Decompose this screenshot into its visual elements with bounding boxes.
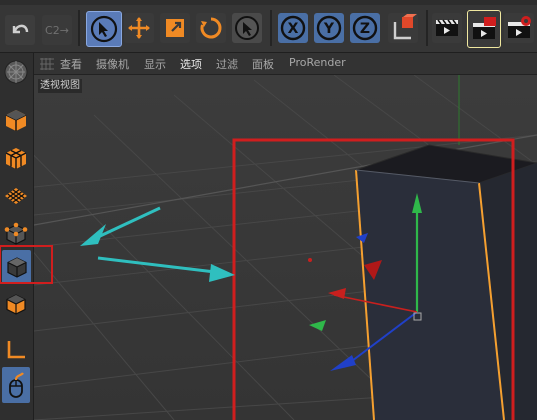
grip-handle-icon[interactable] [40, 58, 54, 70]
coordinate-system-icon [393, 14, 417, 40]
move-gizmo[interactable] [34, 75, 537, 420]
polygons-mode-icon [6, 257, 27, 278]
axis-mode-icon [7, 341, 25, 359]
make-editable-button[interactable] [2, 105, 30, 135]
z-axis-handle [330, 355, 356, 371]
viewport-title: 透视视图 [38, 79, 82, 93]
y-axis-lock-icon: Y [316, 15, 342, 41]
c4d-window: C2→ X Y Z 查看 摄像机 显示 选项 过滤 面板 ProRender 透… [0, 0, 537, 420]
live-select-icon [235, 16, 259, 40]
model-mode-button[interactable] [2, 57, 30, 87]
menu-display[interactable]: 显示 [144, 56, 166, 72]
z-axis-lock-button[interactable]: Z [350, 13, 380, 43]
workplane-icon [5, 188, 27, 204]
points-mode-button[interactable] [2, 219, 30, 249]
menu-cameras[interactable]: 摄像机 [96, 56, 129, 72]
z-axis-lock-icon: Z [352, 15, 378, 41]
main-toolbar: C2→ X Y Z [0, 0, 537, 53]
svg-text:Z: Z [360, 21, 370, 37]
yz-plane-handle [309, 320, 326, 331]
rotate-icon [200, 17, 222, 39]
redo-icon: C2→ [45, 23, 69, 37]
viewport-menu-bar: 查看 摄像机 显示 选项 过滤 面板 ProRender [34, 53, 537, 75]
axis-mode-button[interactable] [2, 335, 30, 365]
redo-button[interactable]: C2→ [42, 15, 72, 45]
menu-panel[interactable]: 面板 [252, 56, 274, 72]
menu-strip [0, 0, 537, 5]
toolbar-separator [78, 10, 80, 46]
x-axis-lock-button[interactable]: X [278, 13, 308, 43]
scale-tool-button[interactable] [160, 13, 190, 43]
render-picture-viewer-icon [473, 17, 496, 39]
edges-mode-icon [6, 294, 26, 315]
polygons-mode-button[interactable] [2, 250, 31, 284]
live-select-button[interactable] [232, 13, 262, 43]
mode-sidebar [0, 53, 34, 420]
toolbar-separator [270, 10, 272, 46]
tweak-mode-icon [9, 372, 24, 398]
workplane-button[interactable] [2, 181, 30, 211]
menu-options[interactable]: 选项 [180, 56, 202, 72]
render-picture-viewer-button[interactable] [467, 10, 501, 48]
texture-mode-button[interactable] [2, 143, 30, 173]
x-axis-lock-icon: X [280, 15, 306, 41]
xy-plane-handle [364, 260, 382, 280]
render-settings-icon [508, 16, 531, 38]
edges-mode-button[interactable] [2, 289, 30, 319]
select-tool-button[interactable] [86, 11, 122, 47]
svg-text:Y: Y [323, 21, 335, 37]
undo-icon [12, 24, 29, 34]
y-axis-lock-button[interactable]: Y [314, 13, 344, 43]
select-arrow-icon [90, 15, 118, 43]
toolbar-separator [426, 10, 428, 46]
undo-button[interactable] [5, 15, 35, 45]
points-mode-icon [4, 222, 28, 245]
render-view-icon [436, 19, 458, 36]
coordinate-system-button[interactable] [388, 13, 418, 43]
rotate-tool-button[interactable] [196, 13, 226, 43]
render-settings-button[interactable] [504, 13, 534, 43]
model-mode-icon [4, 60, 28, 84]
make-editable-icon [5, 110, 27, 131]
xz-plane-handle [356, 233, 368, 243]
y-axis-handle [412, 193, 422, 213]
svg-text:X: X [288, 21, 299, 37]
move-icon [128, 17, 150, 39]
menu-view[interactable]: 查看 [60, 56, 82, 72]
menu-prorender[interactable]: ProRender [289, 56, 346, 69]
menu-filter[interactable]: 过滤 [216, 56, 238, 72]
x-axis-handle [328, 288, 346, 299]
perspective-viewport[interactable]: 透视视图 [34, 75, 537, 420]
move-tool-button[interactable] [124, 13, 154, 43]
render-view-button[interactable] [432, 13, 462, 43]
scale-icon [166, 19, 184, 37]
tweak-mode-button[interactable] [2, 367, 30, 403]
texture-mode-icon [5, 148, 27, 169]
